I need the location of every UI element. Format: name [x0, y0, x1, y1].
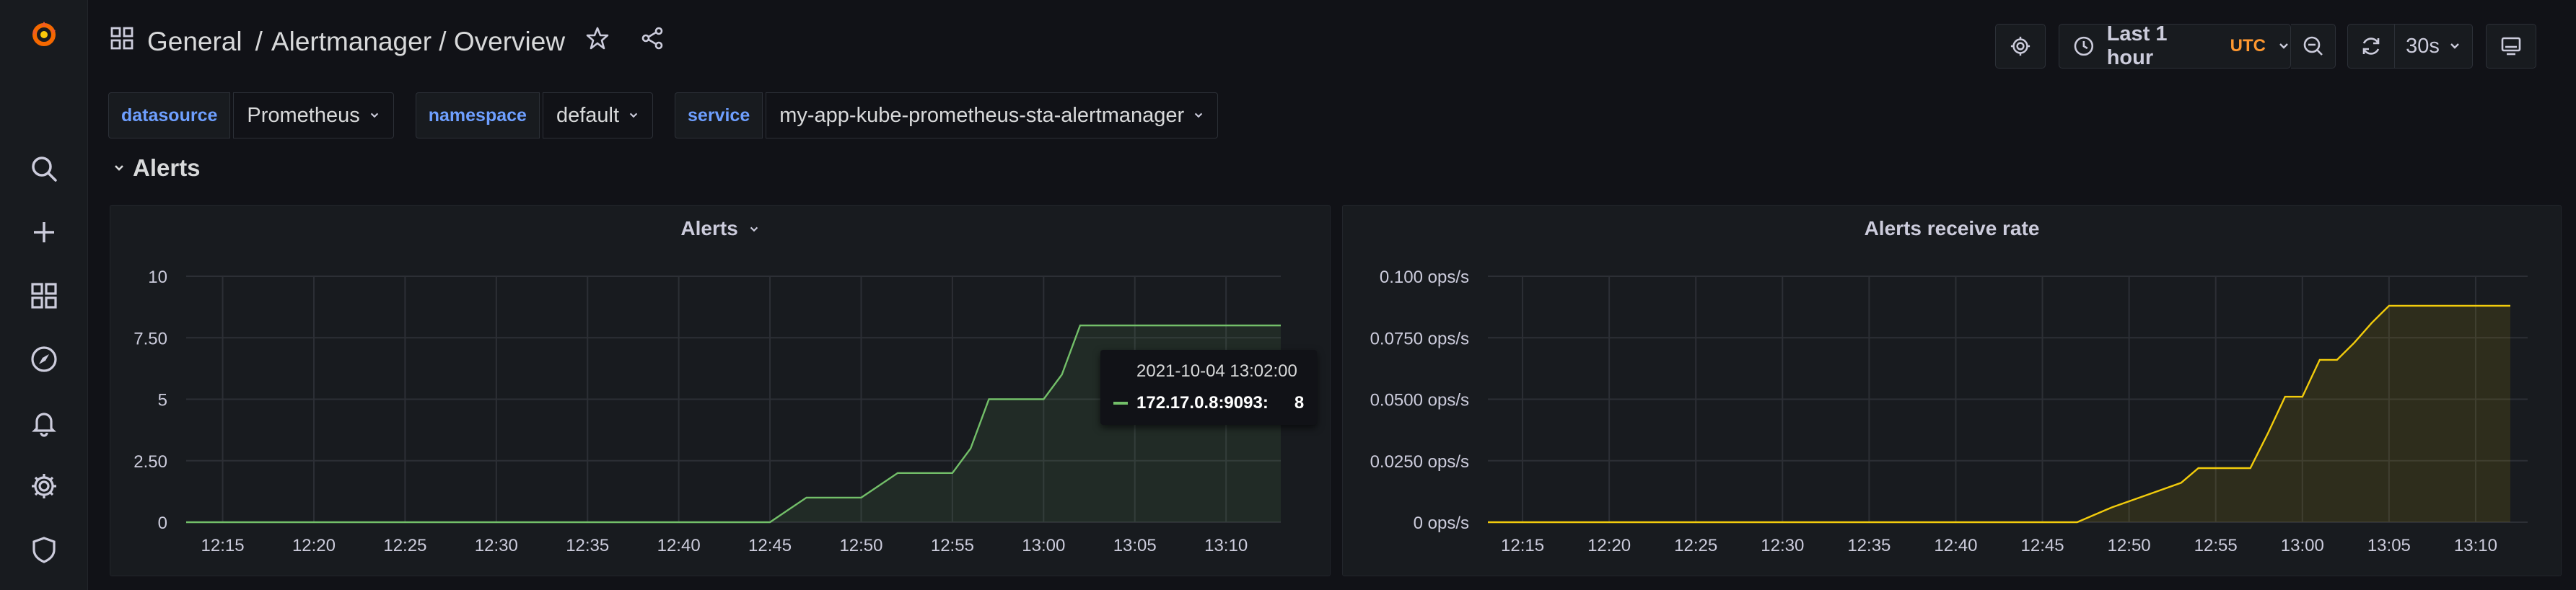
- breadcrumb-folder[interactable]: General: [147, 27, 242, 57]
- refresh-interval-label: 30s: [2406, 34, 2440, 58]
- y-tick-label: 2.50: [133, 452, 167, 472]
- grafana-logo-icon[interactable]: [22, 13, 66, 56]
- panel-alerts[interactable]: Alerts 0 2.50 5 7.50 10 12:15 12:20 12:25 12:30 1…: [110, 205, 1331, 576]
- row-header-alerts[interactable]: Alerts: [113, 154, 201, 182]
- x-tick-label: 12:55: [931, 536, 974, 555]
- x-tick-label: 13:05: [1113, 536, 1157, 555]
- y-tick-label: 10: [148, 268, 167, 287]
- explore-icon[interactable]: [22, 338, 66, 381]
- x-tick-label: 12:50: [839, 536, 882, 555]
- clock-icon: [2074, 36, 2094, 56]
- variable-value: my-app-kube-prometheus-sta-alertmanager: [779, 103, 1185, 127]
- y-tick-label: 0 ops/s: [1414, 514, 1469, 533]
- x-tick-label: 13:00: [2281, 536, 2324, 555]
- gear-icon: [2010, 36, 2030, 56]
- zoom-out-icon: [2303, 36, 2323, 56]
- breadcrumb: General / Alertmanager / Overview: [110, 26, 665, 57]
- variable-label-namespace: namespace: [415, 92, 540, 138]
- breadcrumb-separator: /: [255, 26, 263, 56]
- x-tick-label: 12:35: [566, 536, 609, 555]
- variable-select-namespace[interactable]: default: [542, 92, 654, 138]
- alerts-receive-rate-chart[interactable]: 0 ops/s 0.0250 ops/s 0.0500 ops/s 0.0750 op…: [1343, 206, 2562, 577]
- zoom-out-button[interactable]: [2291, 24, 2336, 69]
- sidebar: [0, 0, 88, 590]
- x-tick-label: 12:15: [1501, 536, 1544, 555]
- x-tick-label: 13:10: [1204, 536, 1248, 555]
- y-tick-label: 5: [158, 391, 167, 410]
- dashboards-icon[interactable]: [22, 274, 66, 317]
- series-color-swatch: [1113, 402, 1128, 405]
- gear-icon[interactable]: [22, 464, 66, 508]
- x-tick-label: 13:10: [2454, 536, 2497, 555]
- plus-icon[interactable]: [22, 211, 66, 254]
- chevron-down-icon: [1194, 113, 1203, 118]
- variable-value: default: [556, 103, 620, 127]
- dashboards-grid-icon[interactable]: [110, 26, 134, 57]
- y-tick-label: 0.0500 ops/s: [1370, 391, 1469, 410]
- refresh-icon: [2362, 38, 2380, 55]
- x-tick-label: 12:20: [292, 536, 336, 555]
- chevron-down-icon: [2277, 35, 2290, 58]
- x-tick-label: 12:20: [1587, 536, 1631, 555]
- x-tick-label: 12:45: [2021, 536, 2064, 555]
- star-icon[interactable]: [585, 26, 610, 57]
- y-tick-label: 0.100 ops/s: [1380, 268, 1469, 287]
- tv-mode-icon: [2501, 37, 2521, 56]
- x-tick-label: 12:35: [1847, 536, 1891, 555]
- time-range-label: Last 1 hour: [2106, 22, 2168, 69]
- tooltip-time: 2021-10-04 13:02:00: [1136, 361, 1297, 381]
- x-tick-label: 13:00: [1022, 536, 1065, 555]
- y-tick-label: 7.50: [133, 329, 167, 348]
- x-tick-label: 12:50: [2108, 536, 2151, 555]
- x-tick-label: 13:05: [2367, 536, 2411, 555]
- x-tick-label: 12:55: [2194, 536, 2238, 555]
- chevron-down-icon: [115, 165, 123, 171]
- tooltip-series: 172.17.0.8:9093:: [1136, 393, 1269, 413]
- x-tick-label: 12:15: [201, 536, 245, 555]
- dashboard-title[interactable]: Alertmanager / Overview: [271, 27, 565, 57]
- row-title: Alerts: [133, 154, 201, 181]
- share-icon[interactable]: [640, 26, 665, 57]
- x-tick-label: 12:25: [1674, 536, 1717, 555]
- panel-alerts-receive-rate[interactable]: Alerts receive rate 0 ops/s 0.0250 ops/s 0…: [1342, 205, 2562, 576]
- x-tick-label: 12:30: [1761, 536, 1804, 555]
- time-range-picker[interactable]: Last 1 hour UTC: [2059, 22, 2291, 69]
- variable-label-service: service: [675, 92, 763, 138]
- chevron-down-icon: [370, 113, 378, 118]
- y-tick-label: 0: [158, 514, 167, 533]
- top-navbar: General / Alertmanager / Overview Last 1…: [88, 0, 2576, 92]
- variable-select-datasource[interactable]: Prometheus: [233, 92, 394, 138]
- variable-value: Prometheus: [247, 103, 360, 127]
- refresh-button[interactable]: [2347, 24, 2395, 69]
- dashboard-settings-button[interactable]: [1995, 24, 2046, 69]
- variable-select-service[interactable]: my-app-kube-prometheus-sta-alertmanager: [766, 92, 1219, 138]
- chevron-down-icon: [2450, 43, 2459, 49]
- template-variables: datasource Prometheus namespace default …: [108, 91, 1219, 140]
- tv-mode-button[interactable]: [2486, 24, 2536, 69]
- x-tick-label: 12:40: [657, 536, 701, 555]
- graph-tooltip: 2021-10-04 13:02:00 172.17.0.8:9093: 8: [1100, 350, 1318, 425]
- shield-icon[interactable]: [22, 528, 66, 571]
- variable-label-datasource: datasource: [108, 92, 231, 138]
- refresh-interval-picker[interactable]: 30s: [2395, 24, 2473, 69]
- tooltip-value: 8: [1294, 393, 1305, 413]
- x-tick-label: 12:45: [748, 536, 792, 555]
- x-tick-label: 12:40: [1934, 536, 1977, 555]
- search-icon[interactable]: [22, 147, 66, 190]
- chevron-down-icon: [629, 113, 638, 118]
- y-tick-label: 0.0250 ops/s: [1370, 452, 1469, 472]
- x-tick-label: 12:30: [475, 536, 518, 555]
- alerting-bell-icon[interactable]: [22, 401, 66, 444]
- y-tick-label: 0.0750 ops/s: [1370, 329, 1469, 348]
- x-tick-label: 12:25: [383, 536, 426, 555]
- timezone-label: UTC: [2230, 36, 2266, 56]
